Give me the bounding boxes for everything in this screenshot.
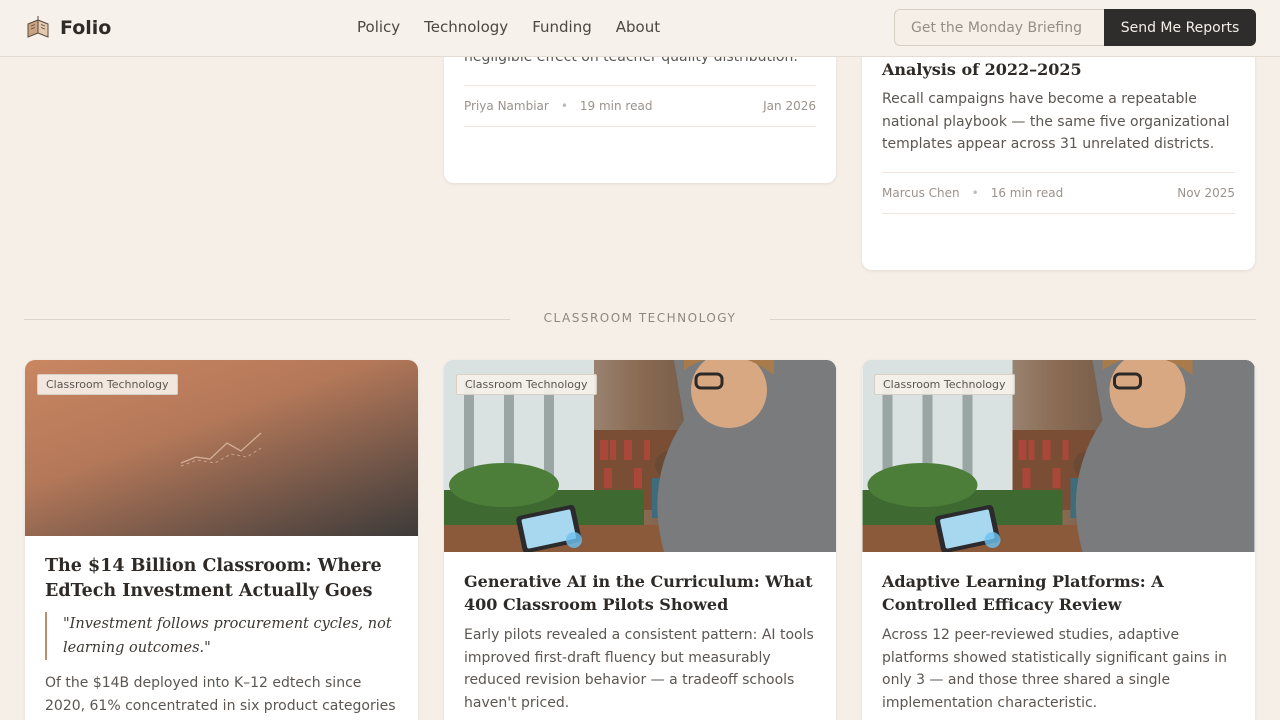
divider-line	[770, 319, 1256, 320]
article-meta: Marcus Chen • 16 min read Nov 2025	[882, 172, 1235, 214]
article-summary: Early pilots revealed a consistent patte…	[464, 627, 814, 711]
brand-name: Folio	[60, 17, 112, 39]
read-time: 19 min read	[579, 99, 653, 113]
article-title[interactable]: Analysis of 2022–2025	[882, 59, 1234, 81]
article-meta: Priya Nambiar • 19 min read Jan 2026	[464, 85, 816, 127]
category-tag[interactable]: Classroom Technology	[456, 374, 597, 395]
author-name[interactable]: Priya Nambiar	[464, 99, 549, 113]
article-title[interactable]: Generative AI in the Curriculum: What 40…	[464, 571, 820, 616]
book-icon	[27, 16, 49, 38]
article-card[interactable]: Classroom Technology Generative AI in th…	[444, 360, 836, 720]
nav-policy[interactable]: Policy	[357, 18, 400, 36]
pull-quote: "Investment follows procurement cycles, …	[45, 612, 397, 660]
article-summary: Across 12 peer-reviewed studies, adaptiv…	[882, 627, 1228, 711]
main-nav: Policy Technology Funding About	[357, 18, 660, 36]
separator-dot: •	[560, 99, 568, 113]
author-name[interactable]: Marcus Chen	[882, 186, 960, 200]
nav-technology[interactable]: Technology	[424, 18, 508, 36]
article-summary: Recall campaigns have become a repeatabl…	[882, 91, 1230, 152]
article-card[interactable]: Classroom Technology Adaptive Learning P…	[862, 360, 1255, 720]
article-card[interactable]: Analysis of 2022–2025 Recall campaigns h…	[862, 20, 1255, 270]
divider-line	[24, 319, 510, 320]
featured-article-card[interactable]: Classroom Technology The $14 Billion Cla…	[25, 360, 418, 720]
category-tag[interactable]: Classroom Technology	[874, 374, 1015, 395]
article-summary: Of the $14B deployed into K–12 edtech si…	[45, 675, 396, 714]
nav-funding[interactable]: Funding	[532, 18, 592, 36]
read-time: 16 min read	[990, 186, 1064, 200]
brand-logo[interactable]: Folio	[24, 14, 111, 42]
article-title[interactable]: Adaptive Learning Platforms: A Controlle…	[882, 571, 1238, 616]
site-header: Folio Policy Technology Funding About Se…	[0, 0, 1280, 57]
publish-date: Nov 2025	[1177, 186, 1235, 200]
publish-date: Jan 2026	[763, 99, 816, 113]
separator-dot: •	[971, 186, 979, 200]
newsletter-form: Send Me Reports	[894, 9, 1256, 46]
section-divider: CLASSROOM TECHNOLOGY	[24, 311, 1256, 325]
article-cover-image: Classroom Technology	[25, 360, 418, 536]
section-heading: CLASSROOM TECHNOLOGY	[543, 311, 737, 325]
article-photo: Classroom Technology	[444, 360, 836, 552]
send-reports-button[interactable]: Send Me Reports	[1104, 9, 1256, 46]
nav-about[interactable]: About	[616, 18, 660, 36]
article-title[interactable]: The $14 Billion Classroom: Where EdTech …	[45, 554, 405, 604]
article-photo: Classroom Technology	[862, 360, 1255, 552]
category-tag[interactable]: Classroom Technology	[37, 374, 178, 395]
newsletter-email-input[interactable]	[894, 9, 1104, 46]
